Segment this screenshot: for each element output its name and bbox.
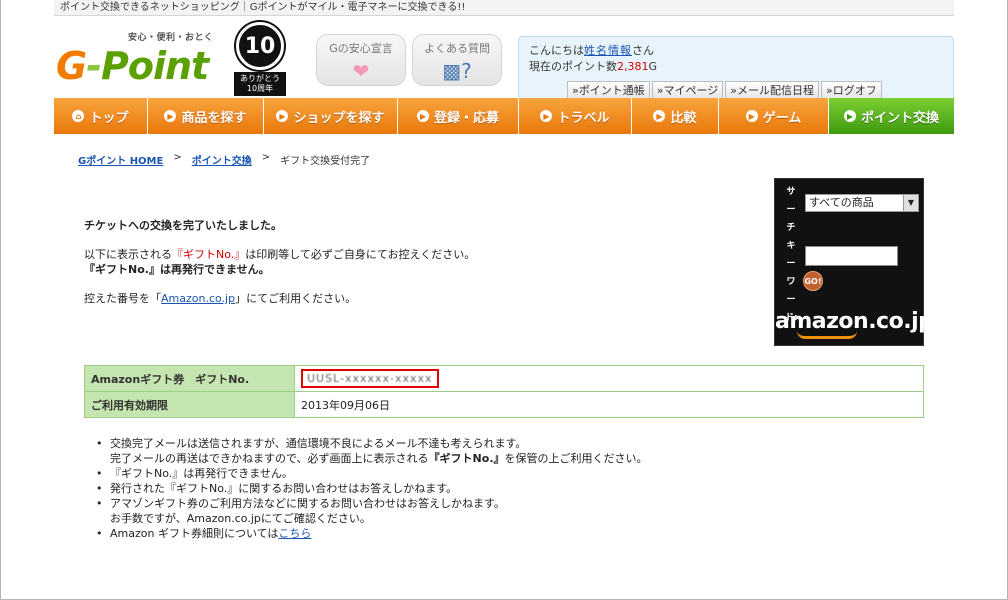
expiry-value: 2013年09月06日 [294, 391, 924, 418]
list-item: 『ギフトNo.』は再発行できません。 [94, 466, 894, 481]
gift-result-table: Amazonギフト券 ギフトNo. UUSL-xxxxxx-xxxxx ご利用有… [84, 365, 924, 418]
arrow-circle-icon: ▶ [416, 110, 429, 122]
table-row: Amazonギフト券 ギフトNo. UUSL-xxxxxx-xxxxx [84, 365, 924, 392]
points-line: 現在のポイント数2,381G [529, 60, 658, 73]
anniversary-badge: 10 ありがとう 10周年 [234, 22, 286, 96]
breadcrumb-current: ギフト交換受付完了 [280, 156, 371, 167]
nav-compare[interactable]: ▶ 比較 [632, 98, 719, 134]
faq-label: よくある質問 [424, 42, 490, 55]
arrow-circle-icon: ▶ [540, 110, 553, 122]
table-row: ご利用有効期限 2013年09月06日 [84, 391, 924, 418]
list-item: アマゾンギフト券のご利用方法などに関するお問い合わせはお答えしかねます。 お手数… [94, 496, 894, 526]
arrow-circle-icon: ▶ [164, 110, 177, 122]
print-instruction: 以下に表示される『ギフトNo.』は印刷等して必ずご自身にてお控えください。 [84, 248, 476, 261]
nav-register[interactable]: ▶ 登録・応募 [398, 98, 519, 134]
security-declaration-label: Gの安心宣言 [329, 42, 393, 55]
nav-top[interactable]: ⌂ トップ [54, 98, 148, 134]
amazon-link[interactable]: Amazon.co.jp [161, 292, 235, 305]
category-select[interactable]: すべての商品 ▼ [805, 194, 919, 212]
nav-point-exchange[interactable]: ▶ ポイント交換 [829, 98, 954, 134]
user-info-box: こんにちは姓名情報さん 現在のポイント数2,381G »ポイント通帳 »マイペー… [518, 36, 954, 106]
breadcrumb-home[interactable]: Gポイント HOME [78, 152, 163, 167]
list-item: 交換完了メールは送信されますが、通信環境不良によるメール不達も考えられます。 完… [94, 436, 894, 466]
arrow-circle-icon: ▶ [745, 110, 758, 122]
logoff-button[interactable]: »ログオフ [820, 81, 882, 99]
usage-instruction: 控えた番号を「Amazon.co.jp」にてご利用ください。 [84, 292, 357, 305]
main-nav: ⌂ トップ ▶ 商品を探す ▶ ショップを探す ▶ 登録・応募 ▶ トラベル ▶ 比較 ▶ ゲ… [54, 98, 954, 134]
mail-schedule-button[interactable]: »メール配信日程 [725, 81, 819, 99]
passbook-button[interactable]: »ポイント通帳 [567, 81, 650, 99]
home-icon: ⌂ [72, 110, 85, 122]
list-item: 発行された『ギフトNo.』に関するお問い合わせはお答えしかねます。 [94, 481, 894, 496]
nav-products[interactable]: ▶ 商品を探す [148, 98, 264, 134]
arrow-circle-icon: ▶ [276, 110, 289, 122]
monitor-question-icon: ▩? [442, 59, 472, 83]
anniversary-text: ありがとう 10周年 [234, 72, 286, 96]
user-buttons: »ポイント通帳 »マイページ »メール配信日程 »ログオフ [567, 81, 882, 99]
expiry-label: ご利用有効期限 [84, 391, 295, 418]
anniversary-number: 10 [236, 22, 284, 70]
arrow-circle-icon: ▶ [653, 110, 666, 122]
go-button[interactable]: GO! [803, 271, 823, 291]
mypage-button[interactable]: »マイページ [651, 81, 724, 99]
amazon-smile-icon [797, 331, 857, 339]
points-value: 2,381 [617, 60, 649, 73]
arrow-circle-icon: ▶ [843, 110, 856, 122]
gpoint-logo[interactable]: 安心・便利・おとく G-Point [56, 30, 236, 96]
list-item: Amazon ギフト券細則についてはこちら [94, 526, 894, 541]
amazon-search-widget: サ ー チ キ ー ワ ー ド: すべての商品 ▼ GO! amazon.co.… [774, 178, 934, 346]
search-keyword-label: サ ー チ キ ー ワ ー ド: [785, 187, 798, 323]
no-reissue-warning: 『ギフトNo.』は再発行できません。 [84, 263, 270, 276]
gift-number-cell: UUSL-xxxxxx-xxxxx [294, 365, 924, 392]
breadcrumb-exchange[interactable]: ポイント交換 [192, 152, 252, 167]
security-declaration-link[interactable]: Gの安心宣言 ❤ [316, 34, 406, 86]
breadcrumb: Gポイント HOME > ポイント交換 > ギフト交換受付完了 [78, 152, 371, 167]
gift-code: UUSL-xxxxxx-xxxxx [301, 369, 439, 388]
faq-link[interactable]: よくある質問 ▩? [412, 34, 502, 86]
gift-number-label: Amazonギフト券 ギフトNo. [84, 365, 295, 392]
page-wrapper: ポイント交換できるネットショッピング｜Gポイントがマイル・電子マネーに交換できる… [54, 0, 954, 541]
notes-list: 交換完了メールは送信されますが、通信環境不良によるメール不達も考えられます。 完… [94, 436, 894, 541]
chevron-down-icon: ▼ [903, 195, 918, 211]
completion-message: チケットへの交換を完了いたしました。 以下に表示される『ギフトNo.』は印刷等し… [84, 218, 724, 306]
gift-terms-link[interactable]: こちら [278, 527, 311, 540]
user-name[interactable]: 姓名情報 [584, 44, 632, 57]
top-banner: ポイント交換できるネットショッピング｜Gポイントがマイル・電子マネーに交換できる… [54, 0, 954, 16]
nav-travel[interactable]: ▶ トラベル [519, 98, 632, 134]
greeting: こんにちは姓名情報さん [529, 44, 654, 57]
hands-heart-icon: ❤ [352, 59, 370, 83]
keyword-input[interactable] [805, 246, 898, 266]
nav-game[interactable]: ▶ ゲーム [719, 98, 829, 134]
completion-title: チケットへの交換を完了いたしました。 [84, 219, 282, 232]
logo-tagline: 安心・便利・おとく [128, 33, 214, 43]
site-header: 安心・便利・おとく G-Point 10 ありがとう 10周年 Gの安心宣言 ❤… [54, 16, 954, 106]
nav-shops[interactable]: ▶ ショップを探す [264, 98, 398, 134]
logo-wordmark: G-Point [56, 44, 209, 88]
